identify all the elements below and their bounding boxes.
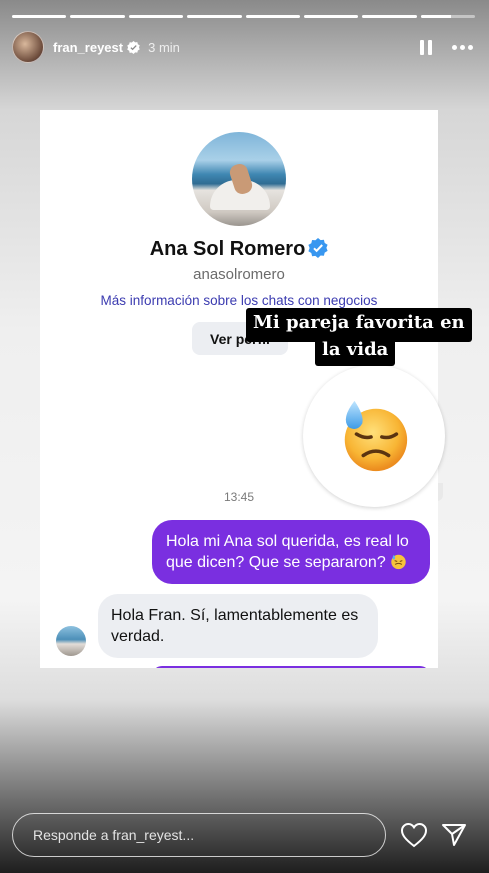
profile-photo — [192, 132, 286, 226]
outgoing-message-bubble: Hola mi Ana sol querida, es real lo que … — [152, 520, 430, 584]
outgoing-message-bubble-partial — [152, 666, 430, 668]
progress-segment — [362, 15, 417, 18]
story-time: 3 min — [148, 39, 180, 55]
profile-name: Ana Sol Romero — [40, 238, 438, 261]
profile-handle: anasolromero — [193, 266, 285, 283]
progress-segment — [128, 15, 184, 18]
verified-badge-icon — [308, 238, 328, 258]
send-icon[interactable] — [441, 822, 467, 848]
story-progress-bar — [12, 15, 475, 18]
progress-segment — [12, 15, 67, 18]
business-chats-link: Más información sobre los chats con nego… — [100, 293, 378, 308]
reply-input[interactable]: Responde a fran_reyest... — [12, 813, 386, 857]
more-options-icon[interactable] — [452, 44, 473, 50]
contact-avatar — [56, 626, 86, 656]
like-heart-icon[interactable] — [400, 822, 428, 848]
progress-segment — [245, 15, 300, 18]
avatar[interactable] — [12, 31, 44, 63]
story-header: fran_reyest 3 min — [12, 30, 473, 64]
incoming-message-bubble: Hola Fran. Sí, lamentablemente es verdad… — [98, 594, 378, 658]
story-username[interactable]: fran_reyest — [53, 40, 123, 55]
progress-segment — [187, 15, 242, 18]
sticker-text-line-2[interactable]: la vida — [315, 336, 396, 366]
message-text: Hola mi Ana sol querida, es real lo que … — [166, 533, 409, 571]
downcast-sweat-emoji-icon — [344, 400, 408, 472]
reply-placeholder: Responde a fran_reyest... — [33, 827, 195, 843]
downcast-sweat-emoji-icon — [391, 554, 406, 570]
pause-icon[interactable] — [420, 39, 432, 55]
verified-badge-icon — [127, 40, 140, 54]
message-text: Hola Fran. Sí, lamentablemente es verdad… — [111, 607, 359, 645]
progress-segment — [70, 15, 125, 18]
progress-segment-current — [420, 15, 475, 18]
progress-segment — [303, 15, 359, 18]
emoji-sticker[interactable] — [303, 365, 445, 507]
profile-name-text: Ana Sol Romero — [149, 238, 306, 260]
